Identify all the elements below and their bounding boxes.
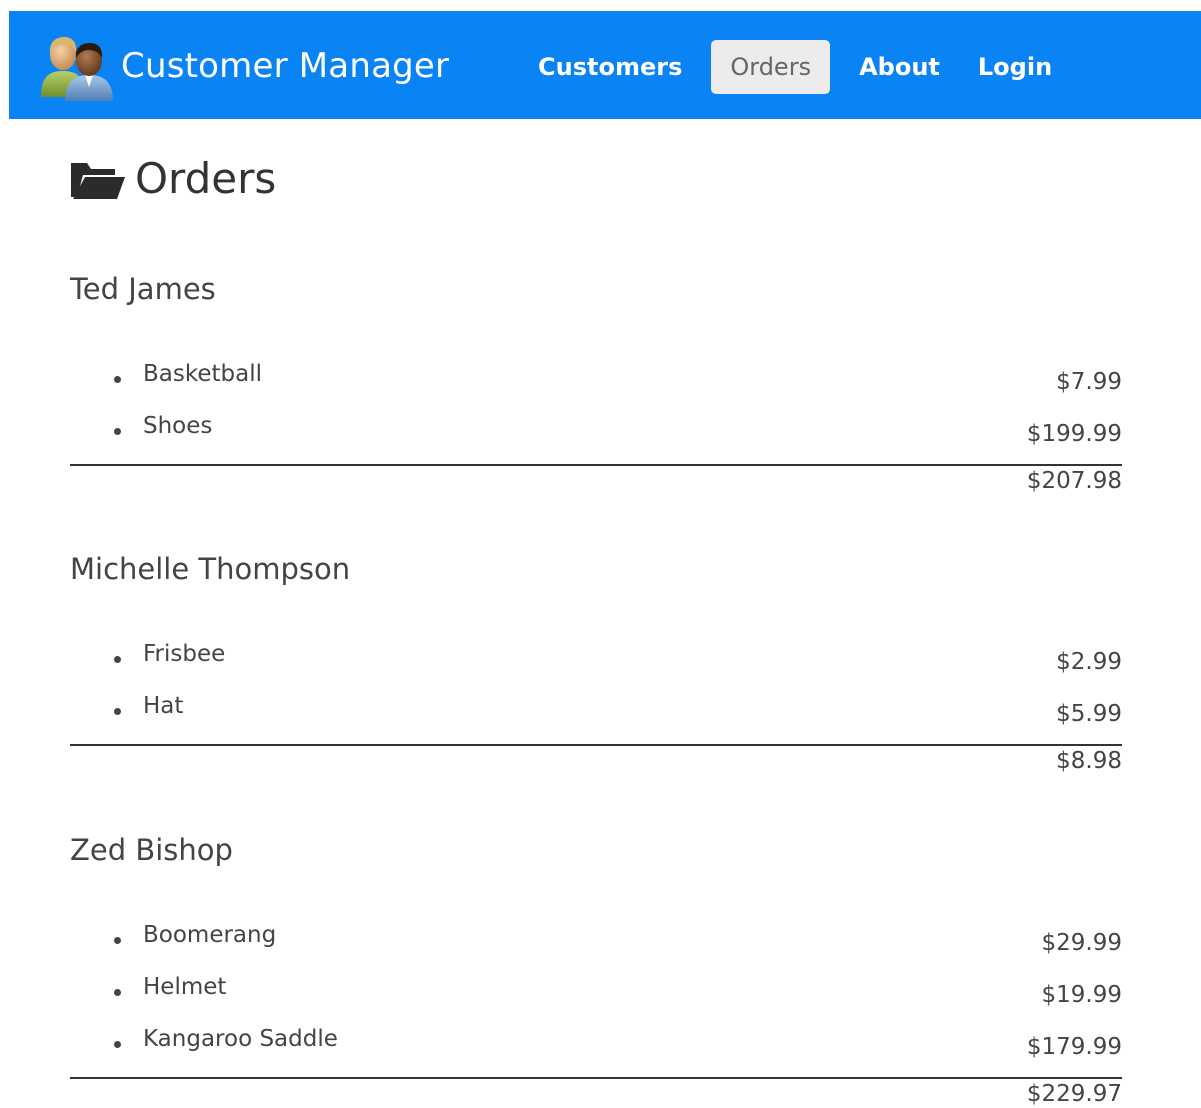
order-product: Basketball bbox=[143, 361, 262, 387]
order-item: Frisbee $2.99 bbox=[70, 641, 1122, 693]
brand[interactable]: Customer Manager bbox=[35, 33, 450, 101]
bullet-icon bbox=[114, 1041, 121, 1048]
order-item: Kangaroo Saddle $179.99 bbox=[70, 1026, 1122, 1078]
order-price: $5.99 bbox=[1056, 701, 1122, 727]
order-item: Helmet $19.99 bbox=[70, 974, 1122, 1026]
bullet-icon bbox=[114, 937, 121, 944]
customer-name: Ted James bbox=[70, 272, 216, 306]
order-price: $199.99 bbox=[1026, 421, 1122, 447]
order-item: Boomerang $29.99 bbox=[70, 922, 1122, 974]
page-heading: Orders bbox=[69, 154, 276, 203]
bullet-icon bbox=[114, 376, 121, 383]
order-product: Shoes bbox=[143, 413, 213, 439]
nav-item-orders[interactable]: Orders bbox=[711, 40, 831, 94]
order-price: $29.99 bbox=[1041, 930, 1122, 956]
bullet-icon bbox=[114, 656, 121, 663]
app-title: Customer Manager bbox=[121, 46, 450, 86]
total-divider bbox=[70, 744, 1122, 746]
order-price: $179.99 bbox=[1026, 1034, 1122, 1060]
nav-item-about[interactable]: About bbox=[840, 40, 959, 94]
total-divider bbox=[70, 464, 1122, 466]
order-product: Helmet bbox=[143, 974, 227, 1000]
customer-name: Michelle Thompson bbox=[70, 552, 351, 586]
order-product: Boomerang bbox=[143, 922, 277, 948]
bullet-icon bbox=[114, 989, 121, 996]
bullet-icon bbox=[114, 428, 121, 435]
nav-item-customers[interactable]: Customers bbox=[519, 40, 701, 94]
users-icon bbox=[41, 37, 113, 101]
order-product: Kangaroo Saddle bbox=[143, 1026, 338, 1052]
order-item: Hat $5.99 bbox=[70, 693, 1122, 745]
customer-name: Zed Bishop bbox=[70, 833, 233, 867]
navbar: Customer Manager Customers Orders About … bbox=[9, 11, 1201, 119]
order-total: $229.97 bbox=[1026, 1081, 1122, 1107]
bullet-icon bbox=[114, 708, 121, 715]
order-total: $8.98 bbox=[1056, 748, 1122, 774]
order-item: Basketball $7.99 bbox=[70, 361, 1122, 413]
order-price: $7.99 bbox=[1056, 369, 1122, 395]
page-title: Orders bbox=[135, 154, 277, 203]
order-price: $19.99 bbox=[1041, 982, 1122, 1008]
main-nav: Customers Orders About Login bbox=[519, 40, 1071, 94]
nav-item-login[interactable]: Login bbox=[959, 40, 1071, 94]
order-total: $207.98 bbox=[1026, 468, 1122, 494]
folder-open-icon bbox=[71, 162, 125, 199]
order-price: $2.99 bbox=[1056, 649, 1122, 675]
order-product: Hat bbox=[143, 693, 184, 719]
total-divider bbox=[70, 1077, 1122, 1079]
order-product: Frisbee bbox=[143, 641, 226, 667]
order-item: Shoes $199.99 bbox=[70, 413, 1122, 465]
